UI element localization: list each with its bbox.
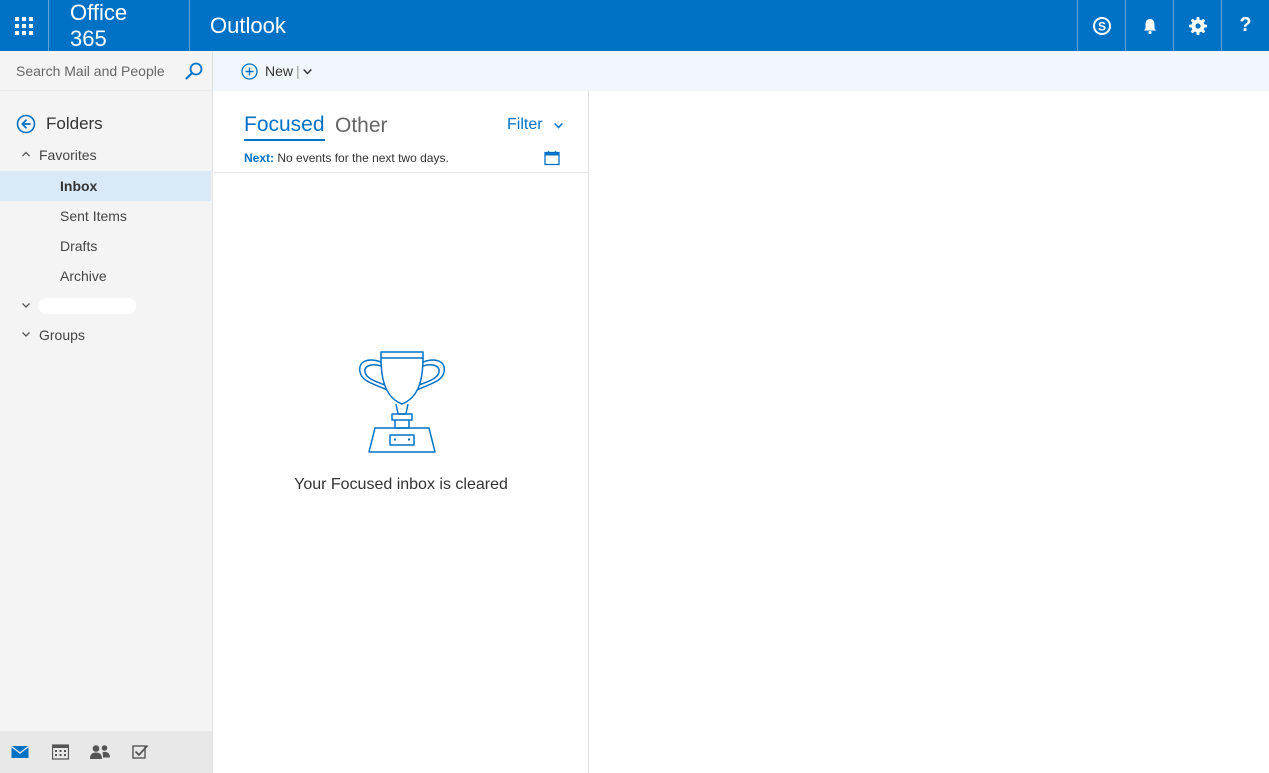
back-arrow-icon [16,114,36,134]
plus-circle-icon [241,62,258,80]
filter-button[interactable]: Filter [507,116,564,134]
tasks-module-button[interactable] [120,731,160,773]
help-icon: ? [1239,14,1252,36]
filter-label: Filter [507,116,543,133]
app-launcher-button[interactable] [0,0,49,51]
skype-button[interactable]: S [1077,0,1125,51]
notifications-button[interactable] [1125,0,1173,51]
people-module-button[interactable] [80,731,120,773]
calendar-icon [51,744,69,760]
folder-inbox[interactable]: Inbox [0,171,211,201]
next-events-line: Next: No events for the next two days. [244,151,449,165]
chevron-down-icon [553,122,563,129]
header-actions: S ? [1077,0,1269,51]
message-list: Focused Other Filter Next: No events for… [214,91,589,773]
groups-toggle[interactable]: Groups [0,320,212,350]
module-switcher [0,731,212,773]
people-icon [90,745,110,759]
folder-drafts[interactable]: Drafts [0,231,211,261]
search-input[interactable] [6,57,178,85]
tasks-icon [131,744,148,759]
tab-focused[interactable]: Focused [244,113,325,141]
gear-icon [1188,16,1207,35]
app-launcher-icon [15,16,33,35]
reading-pane [590,91,1269,773]
folder-archive[interactable]: Archive [0,261,211,291]
empty-state-message: Your Focused inbox is cleared [294,476,508,493]
bell-icon [1143,18,1156,34]
tab-other[interactable]: Other [335,114,388,138]
new-label: New [265,63,294,79]
office-365-link[interactable]: Office 365 [49,0,190,51]
calendar-module-button[interactable] [40,731,80,773]
redacted-account-name [38,298,136,314]
chevron-down-icon[interactable] [302,66,313,77]
folders-label: Folders [46,114,103,133]
command-bar: New | [213,51,1269,91]
folder-label: Drafts [60,238,98,254]
trophy-icon [359,351,445,453]
search-icon[interactable] [184,61,204,81]
new-message-button[interactable]: New | [241,61,313,81]
new-divider: | [296,63,300,79]
next-label: Next: [244,151,275,165]
list-divider [214,172,588,173]
next-events-text: No events for the next two days. [277,151,449,165]
folder-label: Sent Items [60,208,127,224]
favorites-label: Favorites [39,147,97,163]
folders-header[interactable]: Folders [16,114,103,134]
chevron-up-icon [21,149,33,162]
app-title[interactable]: Outlook [190,0,306,51]
settings-button[interactable] [1173,0,1221,51]
chevron-down-icon [21,300,33,313]
mail-module-button[interactable] [0,731,40,773]
favorites-toggle[interactable]: Favorites [0,140,212,170]
chevron-down-icon [21,329,33,342]
folder-label: Inbox [60,178,98,194]
folder-label: Archive [60,268,107,284]
search-box [0,51,212,91]
calendar-icon[interactable] [544,150,560,166]
mail-icon [11,745,29,758]
skype-icon: S [1092,16,1111,35]
folder-pane: Folders Favorites Inbox Sent Items Draft… [0,51,213,773]
svg-text:S: S [1097,19,1105,33]
groups-label: Groups [39,327,85,343]
help-button[interactable]: ? [1221,0,1269,51]
suite-header: Office 365 Outlook S ? [0,0,1269,51]
folder-sent-items[interactable]: Sent Items [0,201,211,231]
